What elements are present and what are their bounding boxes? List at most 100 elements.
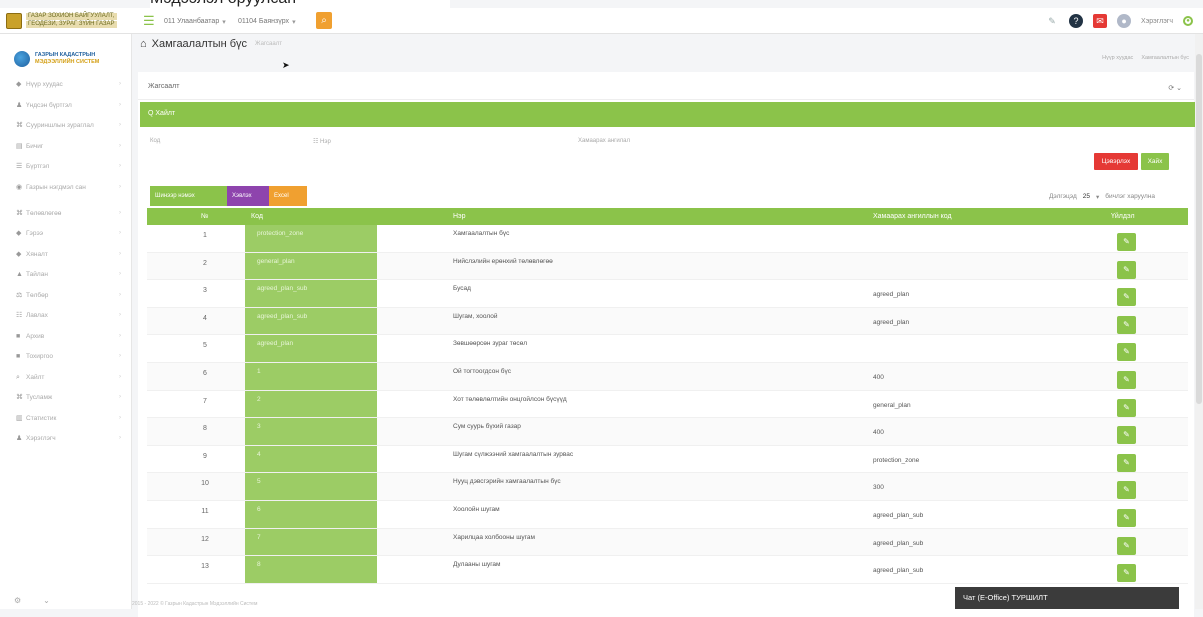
cell-name: Хоолойн шугам — [453, 505, 500, 513]
sidebar-item[interactable]: ☰ Бүртгэл › — [0, 162, 131, 183]
chat-button[interactable]: Чат (E-Office) ТУРШИЛТ — [955, 587, 1179, 609]
sidebar-item-label: Газрын нэгдмэл сан — [26, 183, 86, 191]
chevron-right-icon: › — [119, 291, 121, 298]
aimag-select[interactable]: 011 Улаанбаатар ▾ — [164, 15, 226, 28]
sidebar-item[interactable]: ⌘ Төлөвлөгөө › — [0, 209, 131, 230]
sidebar-item[interactable]: ◆ Хяналт › — [0, 250, 131, 271]
collapse-icon[interactable]: ⚙ — [14, 596, 21, 605]
district-select[interactable]: 01104 Баянзүрх ▾ — [238, 15, 296, 28]
sidebar-item[interactable]: ◉ Газрын нэгдмэл сан › — [0, 183, 131, 209]
table-row[interactable]: 4 agreed_plan_sub Шугам, хоолой agreed_plan… — [147, 307, 1188, 336]
table-row[interactable]: 11 6 Хоолойн шугам agreed_plan_sub ✎ — [147, 500, 1188, 529]
search-button[interactable]: ⌕ — [316, 12, 332, 29]
sidebar-item[interactable]: ♟ Хэрэглэгч › — [0, 434, 131, 455]
edit-icon[interactable]: ✎ — [1117, 536, 1136, 555]
table-row[interactable]: 8 3 Сум суурь бүхий газар 400 ✎ — [147, 418, 1188, 446]
sidebar-item[interactable]: ⌕ Хайлт › — [0, 373, 131, 394]
table-row[interactable]: 10 5 Нууц дэвсгэрийн хамгаалалтын бүс 300 ✎ — [147, 473, 1188, 501]
edit-icon[interactable]: ✎ — [1117, 564, 1136, 583]
notification-icon[interactable]: ✉ — [1093, 14, 1108, 28]
help-icon[interactable]: ? — [1069, 14, 1084, 28]
sidebar-item[interactable]: ⚖ Төлбөр › — [0, 291, 131, 312]
chevron-right-icon: › — [119, 183, 121, 190]
menu-toggle-icon[interactable]: ☰ — [143, 14, 155, 27]
user-menu[interactable]: Хэрэглэгч — [1141, 18, 1173, 25]
sidebar-item[interactable]: ⌘ Тусламж › — [0, 393, 131, 414]
sidebar-item[interactable]: ♟ Үндсэн бүртгэл › — [0, 101, 131, 122]
page-scrollbar[interactable] — [1195, 34, 1203, 609]
edit-icon[interactable]: ✎ — [1117, 233, 1136, 251]
cell-name: Зөвшөөрсөн зураг төсөл — [453, 340, 528, 348]
sidebar-item[interactable]: ■ Тохиргоо › — [0, 352, 131, 373]
paperclip-icon[interactable]: ✎ — [1045, 14, 1059, 28]
cell-no: 8 — [203, 425, 207, 433]
edit-icon[interactable]: ✎ — [1117, 398, 1136, 417]
col-name[interactable]: Нэр — [453, 213, 466, 220]
chevron-down-icon[interactable]: ▾ — [1096, 193, 1099, 201]
card-header: Жагсаалт ⟳ ⌄ — [138, 72, 1194, 100]
print-button[interactable]: Хэвлэх — [227, 186, 269, 206]
sidebar-item[interactable]: ■ Архив › — [0, 332, 131, 353]
edit-icon[interactable]: ✎ — [1117, 481, 1136, 500]
table-row[interactable]: 3 agreed_plan_sub Бусад agreed_plan ✎ — [147, 280, 1188, 308]
system-logo[interactable]: ГАЗРЫН КАДАСТРЫН МЭДЭЭЛЛИЙН СИСТЕМ — [0, 34, 131, 74]
edit-icon[interactable]: ✎ — [1117, 370, 1136, 389]
cell-name: Нууц дэвсгэрийн хамгаалалтын бүс — [453, 478, 561, 486]
sidebar-item-label: Тохиргоо — [26, 353, 53, 360]
user-icon[interactable]: ● — [1117, 14, 1132, 28]
breadcrumb-home[interactable]: Нүүр хуудас — [1102, 55, 1133, 61]
cell-code: agreed_plan — [245, 335, 377, 362]
edit-icon[interactable]: ✎ — [1117, 453, 1136, 472]
clear-button[interactable]: Цэвэрлэх — [1094, 153, 1138, 170]
refresh-icon[interactable]: ⟳ ⌄ — [1168, 84, 1182, 92]
add-button[interactable]: Шинээр нэмэх — [150, 186, 227, 206]
col-code[interactable]: Код — [251, 213, 263, 220]
page-size-select[interactable]: 25 — [1083, 193, 1090, 201]
settings-icon[interactable]: ⌄ — [43, 596, 50, 605]
filter-panel-header[interactable]: Q Хайлт — [140, 102, 1198, 127]
table-row[interactable]: 1 protection_zone Хамгаалалтын бүс ✎ — [147, 225, 1188, 253]
table-header: № Код Нэр Хамаарах ангиллын код Үйлдэл — [147, 208, 1188, 225]
col-parent[interactable]: Хамаарах ангиллын код — [873, 213, 952, 220]
stats-icon: ▥ — [16, 414, 23, 422]
edit-icon[interactable]: ✎ — [1117, 343, 1136, 362]
excel-button[interactable]: Excel — [269, 186, 307, 206]
sidebar-item-label: Хайлт — [26, 373, 45, 381]
sidebar-item[interactable]: ⌘ Сууриншлын зураглал › — [0, 121, 131, 142]
sidebar-item[interactable]: ▥ Статистик › — [0, 414, 131, 435]
emblem-logo — [6, 13, 22, 29]
sidebar-item[interactable]: ◆ Нүүр хуудас › — [0, 80, 131, 101]
table-row[interactable]: 9 4 Шугам сүлжээний хамгаалалтын зурвас pro… — [147, 445, 1188, 474]
scrollbar-thumb[interactable] — [1196, 54, 1202, 404]
table-row[interactable]: 6 1 Ой тогтоогдсон бүс 400 ✎ — [147, 362, 1188, 391]
user-icon: ♟ — [16, 101, 23, 109]
sidebar-nav: ◆ Нүүр хуудас › ♟ Үндсэн бүртгэл › ⌘ Сууриншлын… — [0, 80, 131, 455]
power-icon[interactable]: ● — [1183, 16, 1193, 26]
edit-icon[interactable]: ✎ — [1117, 508, 1136, 527]
sidebar-item[interactable]: ☷ Лавлах › — [0, 311, 131, 332]
cell-no: 11 — [201, 507, 209, 515]
edit-icon[interactable]: ✎ — [1117, 260, 1136, 279]
file-icon: ◆ — [16, 230, 22, 237]
help-icon: ⌘ — [16, 394, 23, 401]
table-row[interactable]: 7 2 Хот төлөвлөлтийн онцгойлсон бүсүүд gene… — [147, 390, 1188, 419]
home-icon[interactable]: ⌂ — [140, 38, 147, 50]
sidebar-item[interactable]: ◆ Гэрээ › — [0, 229, 131, 250]
table-row[interactable]: 12 7 Харилцаа холбооны шугам agreed_plan_su… — [147, 528, 1188, 557]
col-no[interactable]: № — [201, 213, 209, 220]
edit-icon[interactable]: ✎ — [1117, 315, 1136, 334]
search-submit-button[interactable]: Хайх — [1141, 153, 1169, 170]
sidebar-item-label: Тусламж — [26, 394, 53, 401]
sidebar-item[interactable]: ▲ Тайлан › — [0, 270, 131, 291]
sidebar-item[interactable]: ▤ Бичиг › — [0, 142, 131, 163]
table-row[interactable]: 2 general_plan Нийслэлийн ерөнхий төлөвлөг… — [147, 252, 1188, 281]
edit-icon[interactable]: ✎ — [1117, 426, 1136, 445]
chevron-right-icon: › — [119, 414, 121, 421]
cell-no: 3 — [203, 287, 207, 295]
table-row[interactable]: 5 agreed_plan Зөвшөөрсөн зураг төсөл ✎ — [147, 335, 1188, 363]
settings-icon: ⌘ — [16, 209, 23, 217]
filter-parent-label[interactable]: Хамаарах ангилал — [578, 138, 630, 144]
cell-code: 3 — [245, 418, 377, 445]
table-row[interactable]: 13 8 Дулааны шугам agreed_plan_sub ✎ — [147, 556, 1188, 584]
edit-icon[interactable]: ✎ — [1117, 288, 1136, 307]
